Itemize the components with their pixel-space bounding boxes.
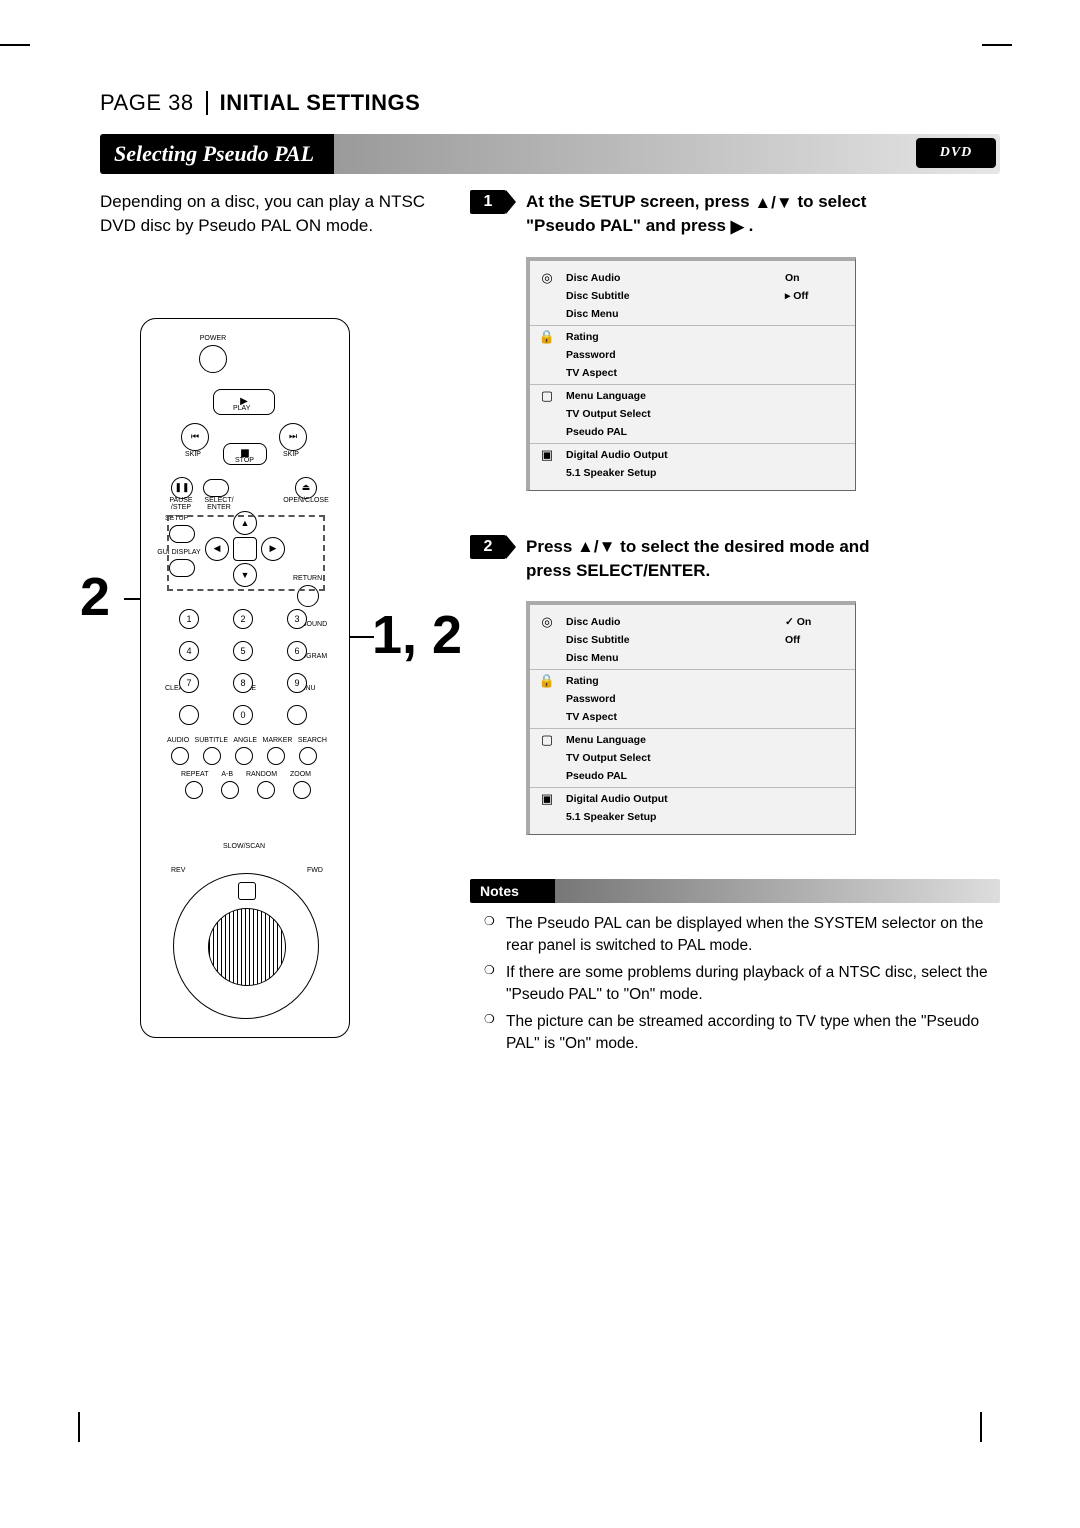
num-3: 3 xyxy=(287,609,307,629)
speaker-icon: ▣ xyxy=(530,791,564,807)
crop-mark xyxy=(982,44,1012,46)
num-7: 7 xyxy=(179,673,199,693)
page-number: PAGE 38 xyxy=(100,90,194,116)
skip-back-btn: ⏮ xyxy=(181,423,209,451)
note-item: If there are some problems during playba… xyxy=(484,962,1000,1007)
remote-diagram: 2 1, 2 POWER ▶ PLAY ⏮ SKIP ⏭ SKIP xyxy=(140,318,460,1038)
osd-panel-1: ◎Disc AudioOn Disc Subtitle▸ Off Disc Me… xyxy=(526,257,856,491)
marker-btn xyxy=(267,747,285,765)
dvd-badge: DVD xyxy=(916,138,996,168)
repeat-btn xyxy=(185,781,203,799)
crop-mark xyxy=(0,44,30,46)
jog-inner xyxy=(208,908,286,986)
num-8: 8 xyxy=(233,673,253,693)
up-down-icon: ▲/▼ xyxy=(577,535,615,559)
skip-r-label: SKIP xyxy=(283,451,299,458)
stop-label: STOP xyxy=(235,457,254,464)
callout-12: 1, 2 xyxy=(372,604,462,666)
step2-b: to select the desired mode and xyxy=(620,537,869,556)
subtitle-btn xyxy=(203,747,221,765)
step2-c: press SELECT/ENTER. xyxy=(526,561,710,580)
skip-l-label: SKIP xyxy=(185,451,201,458)
zoom-btn xyxy=(293,781,311,799)
page-header: PAGE 38 INITIAL SETTINGS xyxy=(100,90,1000,116)
select-enter-btn xyxy=(203,479,229,497)
audio-btn xyxy=(171,747,189,765)
step1-c: "Pseudo PAL" and press xyxy=(526,216,731,235)
note-item: The picture can be streamed according to… xyxy=(484,1011,1000,1056)
lock-icon: 🔒 xyxy=(530,329,564,345)
tv-icon: ▢ xyxy=(530,388,564,404)
title-bar: Selecting Pseudo PAL DVD xyxy=(100,134,1000,174)
notes-heading: Notes xyxy=(470,879,1000,903)
step1-b: to select xyxy=(797,192,866,211)
disc-icon: ◎ xyxy=(530,614,564,630)
play-label: PLAY xyxy=(233,405,250,412)
skip-fwd-btn: ⏭ xyxy=(279,423,307,451)
callout-2: 2 xyxy=(80,566,110,628)
select-label: SELECT/ ENTER xyxy=(199,497,239,511)
tv-icon: ▢ xyxy=(530,732,564,748)
disc-icon: ◎ xyxy=(530,270,564,286)
note-item: The Pseudo PAL can be displayed when the… xyxy=(484,913,1000,958)
step-2: 2 Press ▲/▼ to select the desired mode a… xyxy=(470,535,1000,583)
angle-btn xyxy=(235,747,253,765)
step-1: 1 At the SETUP screen, press ▲/▼ to sele… xyxy=(470,190,1000,239)
step1-d: . xyxy=(749,216,754,235)
pause-btn: ❚❚ xyxy=(171,477,193,499)
num-6: 6 xyxy=(287,641,307,661)
jog-hub xyxy=(238,882,256,900)
slow-label: SLOW/SCAN xyxy=(223,843,265,850)
search-btn xyxy=(299,747,317,765)
fwd-label: FWD xyxy=(307,867,323,874)
right-icon: ▶ xyxy=(731,215,744,239)
step2-a: Press xyxy=(526,537,577,556)
ab-btn xyxy=(221,781,239,799)
num-0: 0 xyxy=(233,705,253,725)
num-5: 5 xyxy=(233,641,253,661)
up-down-icon: ▲/▼ xyxy=(754,191,792,215)
jog-wheel xyxy=(173,873,319,1019)
menu-btn xyxy=(287,705,307,725)
clear-btn xyxy=(179,705,199,725)
notes-list: The Pseudo PAL can be displayed when the… xyxy=(470,913,1000,1056)
num-2: 2 xyxy=(233,609,253,629)
random-btn xyxy=(257,781,275,799)
header-divider xyxy=(206,91,208,115)
num-4: 4 xyxy=(179,641,199,661)
num-9: 9 xyxy=(287,673,307,693)
step1-a: At the SETUP screen, press xyxy=(526,192,754,211)
section-title: INITIAL SETTINGS xyxy=(220,90,421,116)
open-close-btn: ⏏ xyxy=(295,477,317,499)
num-1: 1 xyxy=(179,609,199,629)
title-text: Selecting Pseudo PAL xyxy=(114,141,314,167)
open-label: OPEN/CLOSE xyxy=(281,497,331,504)
rev-label: REV xyxy=(171,867,185,874)
speaker-icon: ▣ xyxy=(530,447,564,463)
lock-icon: 🔒 xyxy=(530,673,564,689)
power-label: POWER xyxy=(193,335,233,342)
crop-mark xyxy=(980,1412,982,1442)
pause-label: PAUSE /STEP xyxy=(163,497,199,511)
step-1-badge: 1 xyxy=(470,190,506,214)
intro-text: Depending on a disc, you can play a NTSC… xyxy=(100,190,460,238)
step-2-badge: 2 xyxy=(470,535,506,559)
osd-panel-2: ◎Disc Audio✓ On Disc SubtitleOff Disc Me… xyxy=(526,601,856,835)
highlight-box xyxy=(167,515,325,591)
crop-mark xyxy=(78,1412,80,1442)
power-btn xyxy=(199,345,227,373)
